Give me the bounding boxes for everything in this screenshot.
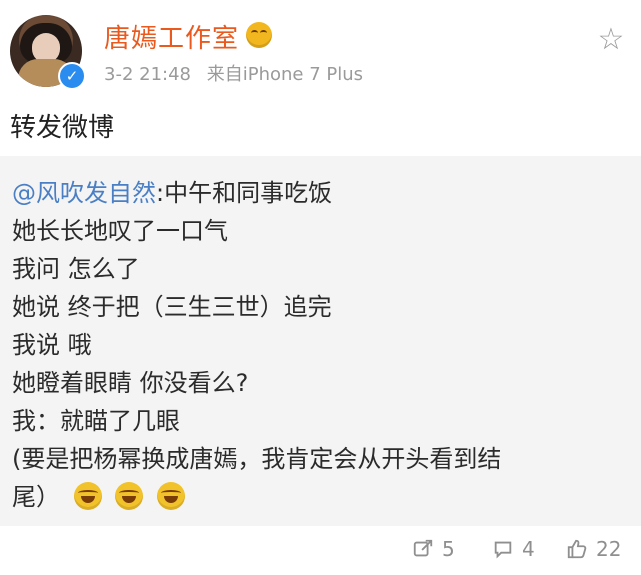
- repost-line: 我问 怎么了: [12, 255, 140, 283]
- first-line-text: :中午和同事吃饭: [156, 179, 333, 207]
- repost-line: 她说 终于把（三生三世）追完: [12, 293, 332, 321]
- repost-line: 她长长地叹了一口气: [12, 217, 228, 245]
- post-source: 来自iPhone 7 Plus: [206, 64, 364, 85]
- post-time: 3-2 21:48: [104, 64, 191, 85]
- action-bar: 5 4 22: [0, 526, 641, 575]
- like-button[interactable]: 22: [566, 534, 621, 564]
- laugh-emoji-icon: [73, 482, 102, 510]
- share-icon: [412, 538, 434, 560]
- repost-line: 我说 哦: [12, 331, 92, 359]
- comment-count: 4: [522, 537, 535, 561]
- repost-line: 尾）: [12, 478, 624, 516]
- repost-line: (要是把杨幂换成唐嫣，我肯定会从开头看到结: [12, 445, 502, 473]
- thumbs-up-icon: [566, 538, 588, 560]
- repost-line: 我：就瞄了几眼: [12, 407, 180, 435]
- mention-link[interactable]: @风吹发自然: [12, 179, 156, 207]
- post-header: ✓ 唐嫣工作室 3-2 21:48 来自iPhone 7 Plus ☆: [0, 0, 641, 100]
- verified-icon: ✓: [58, 62, 86, 90]
- repost-text: @风吹发自然:中午和同事吃饭 她长长地叹了一口气 我问 怎么了 她说 终于把（三…: [12, 174, 624, 516]
- post-title: 转发微博: [10, 113, 115, 143]
- repost-count: 5: [442, 537, 455, 561]
- repost-button[interactable]: 5: [412, 534, 455, 564]
- comment-icon: [492, 538, 514, 560]
- username[interactable]: 唐嫣工作室: [104, 18, 239, 55]
- star-outline-icon[interactable]: ☆: [595, 24, 627, 56]
- laugh-emoji-icon: [115, 482, 144, 510]
- last-line-text: 尾）: [12, 483, 60, 511]
- post-meta: 3-2 21:48 来自iPhone 7 Plus: [104, 60, 373, 86]
- repost-line: @风吹发自然:中午和同事吃饭: [12, 174, 624, 212]
- repost-line: 她瞪着眼睛 你没看么?: [12, 369, 249, 397]
- comment-button[interactable]: 4: [492, 534, 535, 564]
- laugh-emoji-icon: [156, 482, 185, 510]
- like-count: 22: [596, 537, 622, 561]
- reposted-content[interactable]: @风吹发自然:中午和同事吃饭 她长长地叹了一口气 我问 怎么了 她说 终于把（三…: [0, 156, 641, 526]
- emoji-badge-icon: [246, 22, 272, 48]
